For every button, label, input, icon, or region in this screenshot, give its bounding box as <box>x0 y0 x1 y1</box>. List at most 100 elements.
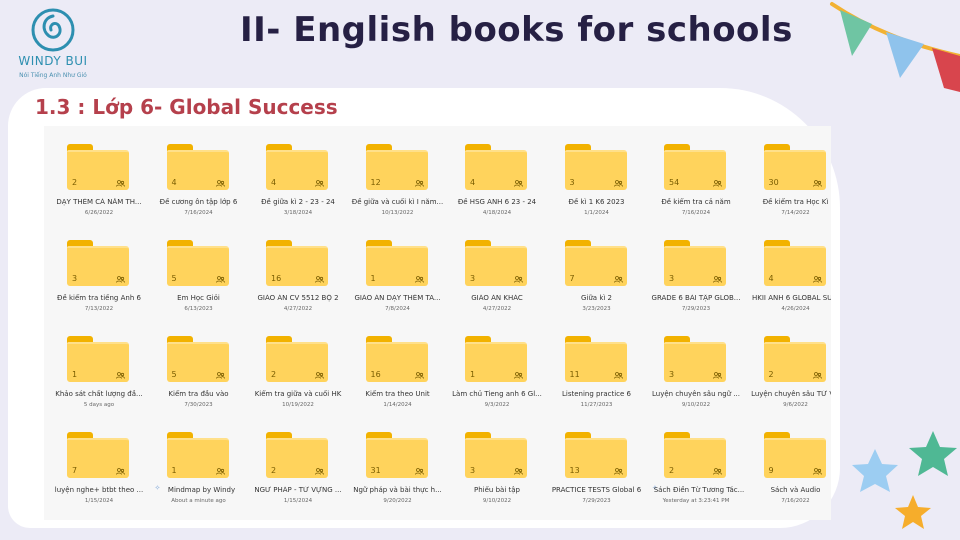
folder-item[interactable]: 54 Đề kiểm tra cả năm 7/16/2024 <box>646 130 746 220</box>
folder-item[interactable]: 16 Kiểm tra theo Unit 1/14/2024 <box>348 322 448 412</box>
folder-item-count: 12 <box>370 178 381 187</box>
folder-name: Kiểm tra giữa và cuối HK <box>254 390 342 398</box>
folder-item[interactable]: 3 Luyện chuyên sâu ngữ ... 9/10/2022 <box>646 322 746 412</box>
folder-name: DẠY THÊM CẢ NĂM TH... <box>56 198 142 206</box>
folder-name: Đề kiểm tra cả năm <box>661 198 731 206</box>
folder-item[interactable]: 5 Kiểm tra đầu vào 7/30/2023 <box>149 322 249 412</box>
folder-item-count: 2 <box>271 370 277 379</box>
folder-date: 9/20/2022 <box>383 498 412 504</box>
folder-name: GIÁO ÁN DẠY THÊM TA... <box>354 294 441 302</box>
folder-icon: 1 <box>166 432 229 478</box>
folder-item[interactable]: 30 Đề kiểm tra Học Kì 7/14/2022 <box>746 130 832 220</box>
shared-people-icon <box>514 276 523 283</box>
folder-name: Sách và Audio <box>770 486 821 494</box>
folder-icon: 16 <box>266 240 328 286</box>
logo-tagline: Nói Tiếng Anh Như Gió <box>19 72 87 79</box>
folder-item-count: 11 <box>569 370 580 379</box>
folder-body: 54 <box>664 150 726 190</box>
folder-item-count: 2 <box>271 466 277 475</box>
folder-item[interactable]: 5 Em Học Giỏi 6/13/2023 <box>149 226 249 316</box>
folder-item-count: 1 <box>72 370 78 379</box>
folder-item-count: 4 <box>470 178 476 187</box>
folder-date: 7/14/2022 <box>781 210 810 216</box>
folder-item[interactable]: 3 Phiếu bài tập 9/10/2022 <box>447 418 547 508</box>
folder-date: 7/8/2024 <box>385 306 410 312</box>
star-green-icon <box>909 431 957 476</box>
folder-item-count: 16 <box>271 274 282 283</box>
folder-body: 3 <box>664 342 726 382</box>
folder-item[interactable]: 4 Đề giữa kì 2 - 23 - 24 3/18/2024 <box>248 130 348 220</box>
folder-item[interactable]: 11 Listening practice 6 11/27/2023 <box>547 322 647 412</box>
shared-people-icon <box>812 276 822 283</box>
shared-people-icon <box>215 468 225 475</box>
folder-icon: 4 <box>465 144 527 190</box>
folder-item[interactable]: 13 PRACTICE TESTS Global 6 7/29/2023 <box>547 418 647 508</box>
folder-body: 1 <box>465 342 527 382</box>
folder-item[interactable]: 2 ✧ Sách Điền Từ Tương Tác... Yesterday at … <box>646 418 746 508</box>
folder-item[interactable]: 2 Kiểm tra giữa và cuối HK 10/19/2022 <box>248 322 348 412</box>
folder-date: 3/18/2024 <box>283 210 313 216</box>
folder-item[interactable]: 3 Đề kì 1 K6 2023 1/1/2024 <box>547 130 647 220</box>
folder-icon: 1 <box>365 240 428 286</box>
folder-name: Đề kiểm tra Học Kì <box>762 198 829 206</box>
folder-item[interactable]: 4 Đề cương ôn tập lớp 6 7/16/2024 <box>149 130 249 220</box>
folder-body: 2 <box>664 438 726 478</box>
folder-item-count: 1 <box>470 370 476 379</box>
folder-item-count: 5 <box>171 370 177 379</box>
folder-name: GIÁO ÁN KHÁC <box>471 294 523 302</box>
folder-item[interactable]: 3 GRADE 6 BÀI TẬP GLOB... 7/29/2023 <box>646 226 746 316</box>
folder-date: 4/26/2024 <box>781 306 810 312</box>
folder-body: 7 <box>67 438 129 478</box>
folder-item[interactable]: 9 Sách và Audio 7/16/2022 <box>746 418 832 508</box>
folder-icon: 3 <box>67 240 129 286</box>
folder-body: 3 <box>664 246 726 286</box>
folder-item[interactable]: 1 GIÁO ÁN DẠY THÊM TA... 7/8/2024 <box>348 226 448 316</box>
folder-item[interactable]: 3 Đề kiểm tra tiếng Anh 6 7/13/2022 <box>49 226 149 316</box>
folder-item[interactable]: 12 Đề giữa và cuối kì I năm... 10/13/2022 <box>348 130 448 220</box>
stars-decoration <box>852 431 957 529</box>
folder-item[interactable]: 4 HKII ANH 6 GLOBAL SU... 4/26/2024 <box>746 226 831 316</box>
folder-name: Đề giữa và cuối kì I năm... <box>351 198 444 206</box>
folder-name: Giữa kì 2 <box>581 294 612 302</box>
folder-body: 3 <box>564 150 627 190</box>
folder-item[interactable]: 1 Làm chủ Tieng anh 6 Gl... 9/3/2022 <box>447 322 547 412</box>
shared-people-icon <box>414 372 424 379</box>
folder-body: 4 <box>266 150 328 190</box>
folder-item[interactable]: 16 GIÁO ÁN CV 5512 BỘ 2 4/27/2022 <box>248 226 348 316</box>
folder-item[interactable]: 2 Luyện chuyên sâu TỪ V... 9/6/2022 <box>746 322 831 412</box>
folder-date: 7/29/2023 <box>582 498 611 504</box>
folder-item-count: 3 <box>470 274 476 283</box>
folder-name: Sách Điền Từ Tương Tác... <box>653 486 745 494</box>
folder-body: 12 <box>365 150 428 190</box>
logo-name: WINDY BUI <box>18 54 88 68</box>
folder-item-count: 30 <box>768 178 779 187</box>
folder-item[interactable]: 7 Giữa kì 2 3/23/2023 <box>547 226 647 316</box>
folder-name: Kiểm tra theo Unit <box>365 390 430 398</box>
folder-item[interactable]: 4 Đề HSG ANH 6 23 - 24 4/18/2024 <box>447 130 547 220</box>
folder-body: 5 <box>166 246 229 286</box>
folder-icon: 2 <box>664 432 726 478</box>
folder-date: 7/16/2022 <box>781 498 810 504</box>
folder-item[interactable]: 1 ✧ Mindmap by Windy About a minute ago <box>149 418 249 508</box>
folder-body: 4 <box>465 150 527 190</box>
folder-icon: 2 <box>266 336 328 382</box>
folder-body: 31 <box>365 438 428 478</box>
shared-people-icon <box>414 468 424 475</box>
file-explorer-grid: 2 DẠY THÊM CẢ NĂM TH... 6/26/2022 4 Đề cương… <box>44 126 831 520</box>
shared-people-icon <box>514 372 523 379</box>
folder-icon: 2 <box>763 336 826 382</box>
folder-item[interactable]: 3 GIÁO ÁN KHÁC 4/27/2022 <box>447 226 547 316</box>
folder-item[interactable]: 31 Ngữ pháp và bài thực h... 9/20/2022 <box>348 418 448 508</box>
bunting-decoration <box>830 2 960 92</box>
folder-body: 9 <box>763 438 826 478</box>
folder-item[interactable]: 1 Khảo sát chất lượng đầ... 5 days ago <box>49 322 149 412</box>
folder-name: Phiếu bài tập <box>474 486 520 494</box>
shared-people-icon <box>514 468 523 475</box>
folder-body: 2 <box>67 150 129 190</box>
folder-body: 3 <box>465 438 527 478</box>
folder-name: Đề HSG ANH 6 23 - 24 <box>457 198 537 206</box>
folder-item[interactable]: 2 DẠY THÊM CẢ NĂM TH... 6/26/2022 <box>49 130 149 220</box>
folder-name: Mindmap by Windy <box>167 486 236 494</box>
folder-item[interactable]: 2 NGỮ PHÁP - TỪ VỰNG ... 1/15/2024 <box>248 418 348 508</box>
folder-item[interactable]: 7 luyện nghe+ btbt theo ... 1/15/2024 <box>49 418 149 508</box>
